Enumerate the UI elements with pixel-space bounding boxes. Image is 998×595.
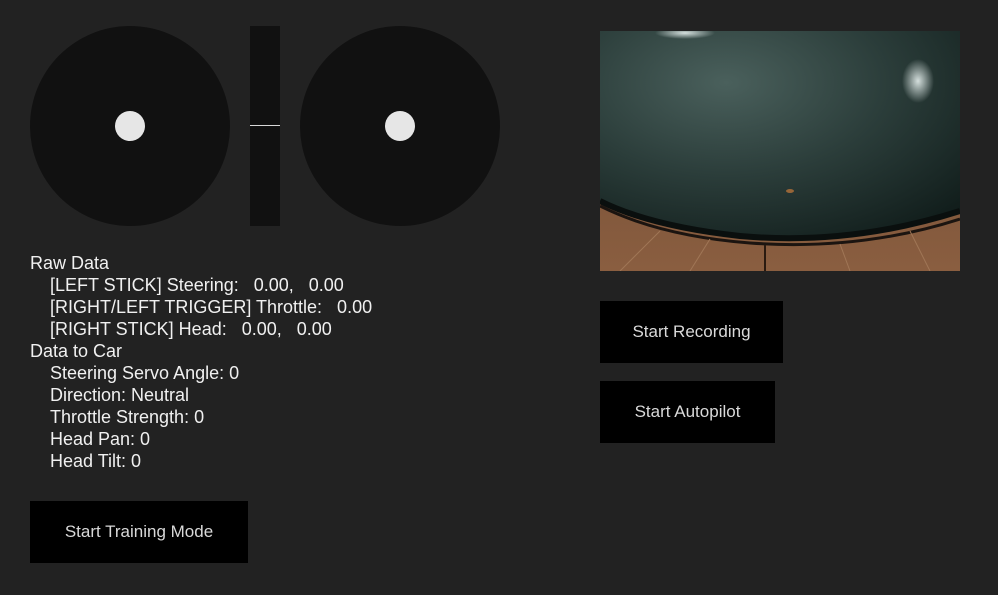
- start-recording-button[interactable]: Start Recording: [600, 301, 783, 363]
- left-stick-pad: [30, 26, 230, 226]
- camera-feed: [600, 31, 960, 271]
- right-stick-pad: [300, 26, 500, 226]
- right-stick-knob: [385, 111, 415, 141]
- right-stick-readout: [RIGHT STICK] Head: 0.00, 0.00: [50, 319, 332, 339]
- head-tilt-readout: Head Tilt: 0: [50, 451, 142, 471]
- throttle-trigger-bar: [250, 26, 280, 226]
- trigger-readout: [RIGHT/LEFT TRIGGER] Throttle: 0.00: [50, 297, 373, 317]
- direction-readout: Direction: Neutral: [50, 385, 190, 405]
- rc-car-controller-app: Raw Data [LEFT STICK] Steering: 0.00, 0.…: [0, 0, 998, 595]
- raw-data-heading: Raw Data: [30, 253, 110, 273]
- camera-feed-image: [600, 31, 960, 271]
- car-data-heading: Data to Car: [30, 341, 123, 361]
- left-stick-knob: [115, 111, 145, 141]
- throttle-strength-readout: Throttle Strength: 0: [50, 407, 205, 427]
- throttle-level-indicator: [250, 125, 280, 126]
- start-autopilot-button[interactable]: Start Autopilot: [600, 381, 775, 443]
- start-training-mode-button[interactable]: Start Training Mode: [30, 501, 248, 563]
- telemetry-panel: Raw Data [LEFT STICK] Steering: 0.00, 0.…: [30, 252, 550, 472]
- left-stick-readout: [LEFT STICK] Steering: 0.00, 0.00: [50, 275, 344, 295]
- steering-servo-readout: Steering Servo Angle: 0: [50, 363, 240, 383]
- head-pan-readout: Head Pan: 0: [50, 429, 151, 449]
